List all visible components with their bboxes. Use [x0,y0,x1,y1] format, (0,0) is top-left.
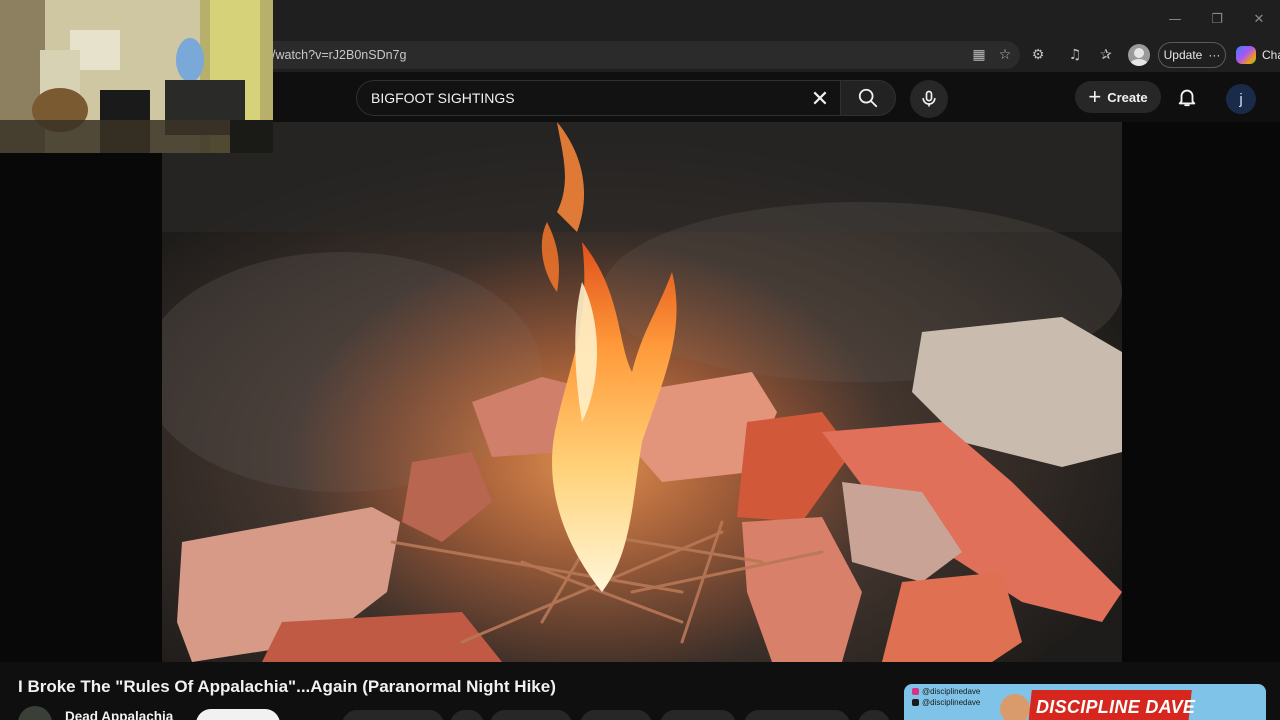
like-dislike-button[interactable] [342,710,444,720]
share-button[interactable] [450,710,484,720]
account-avatar[interactable]: j [1226,84,1256,114]
window-controls: — ❐ ✕ [1154,0,1280,38]
search-input[interactable]: BIGFOOT SIGHTINGS ✕ [356,80,840,116]
campfire-video-frame [162,122,1122,662]
bell-icon [1178,89,1196,107]
ad-tiktok-handle: @disciplinedave [912,698,980,707]
copilot-icon[interactable] [1236,46,1256,64]
video-title: I Broke The "Rules Of Appalachia"...Agai… [18,677,556,696]
channel-avatar[interactable] [18,706,52,720]
video-player[interactable] [162,122,1122,662]
ad-handle-text-1: @disciplinedave [922,687,981,696]
subscribe-button[interactable] [196,709,280,720]
more-icon: ··· [1208,48,1221,62]
tiktok-icon [912,699,919,706]
webcam-feed-image [0,0,273,153]
close-window-icon[interactable]: ✕ [1238,0,1280,38]
search-icon [858,88,878,108]
create-button[interactable]: + Create [1075,81,1161,113]
media-control-icon[interactable]: ♫ [1065,46,1085,64]
create-button-label: Create [1107,89,1148,105]
sponsored-ad[interactable]: @disciplinedave @disciplinedave DISCIPLI… [904,684,1266,720]
ad-instagram-handle: @disciplinedave [912,687,980,696]
webcam-overlay [0,0,273,153]
voice-search-button[interactable] [910,80,948,118]
address-bar[interactable]: /watch?v=rJ2B0nSDn7g ▦ ☆ [230,41,1020,69]
restore-icon[interactable]: ❐ [1196,0,1238,38]
more-actions-button[interactable] [858,710,890,720]
search-query[interactable]: BIGFOOT SIGHTINGS [371,90,515,106]
remix-button[interactable] [490,710,572,720]
ad-person-image [1000,694,1030,720]
clip-button[interactable] [660,710,736,720]
update-button-label: Update [1163,48,1203,62]
download-button[interactable] [580,710,652,720]
ad-handle-text-2: @disciplinedave [922,698,981,707]
save-button[interactable] [744,710,850,720]
screen: — ❐ ✕ /watch?v=rJ2B0nSDn7g ▦ ☆ ⚙ ♫ ✰ Upd… [0,0,1280,720]
address-url[interactable]: /watch?v=rJ2B0nSDn7g [272,48,406,62]
extensions-icon[interactable]: ⚙ [1028,46,1048,64]
minimize-icon[interactable]: — [1154,0,1196,38]
clear-search-icon[interactable]: ✕ [806,85,834,113]
microphone-icon [922,90,936,107]
favorite-star-icon[interactable]: ☆ [996,46,1014,64]
plus-icon: + [1088,84,1102,109]
copilot-label[interactable]: Cha [1262,48,1280,62]
favorites-icon[interactable]: ✰ [1096,46,1116,64]
search-button[interactable] [840,80,896,116]
ad-banner-text: DISCIPLINE DAVE [1036,697,1196,717]
apps-icon[interactable]: ▦ [970,46,988,64]
notifications-button[interactable] [1174,84,1200,110]
channel-name[interactable]: Dead Appalachia [65,709,173,720]
instagram-icon [912,688,919,695]
update-button[interactable]: Update ··· [1158,42,1226,68]
profile-icon[interactable] [1128,44,1150,66]
